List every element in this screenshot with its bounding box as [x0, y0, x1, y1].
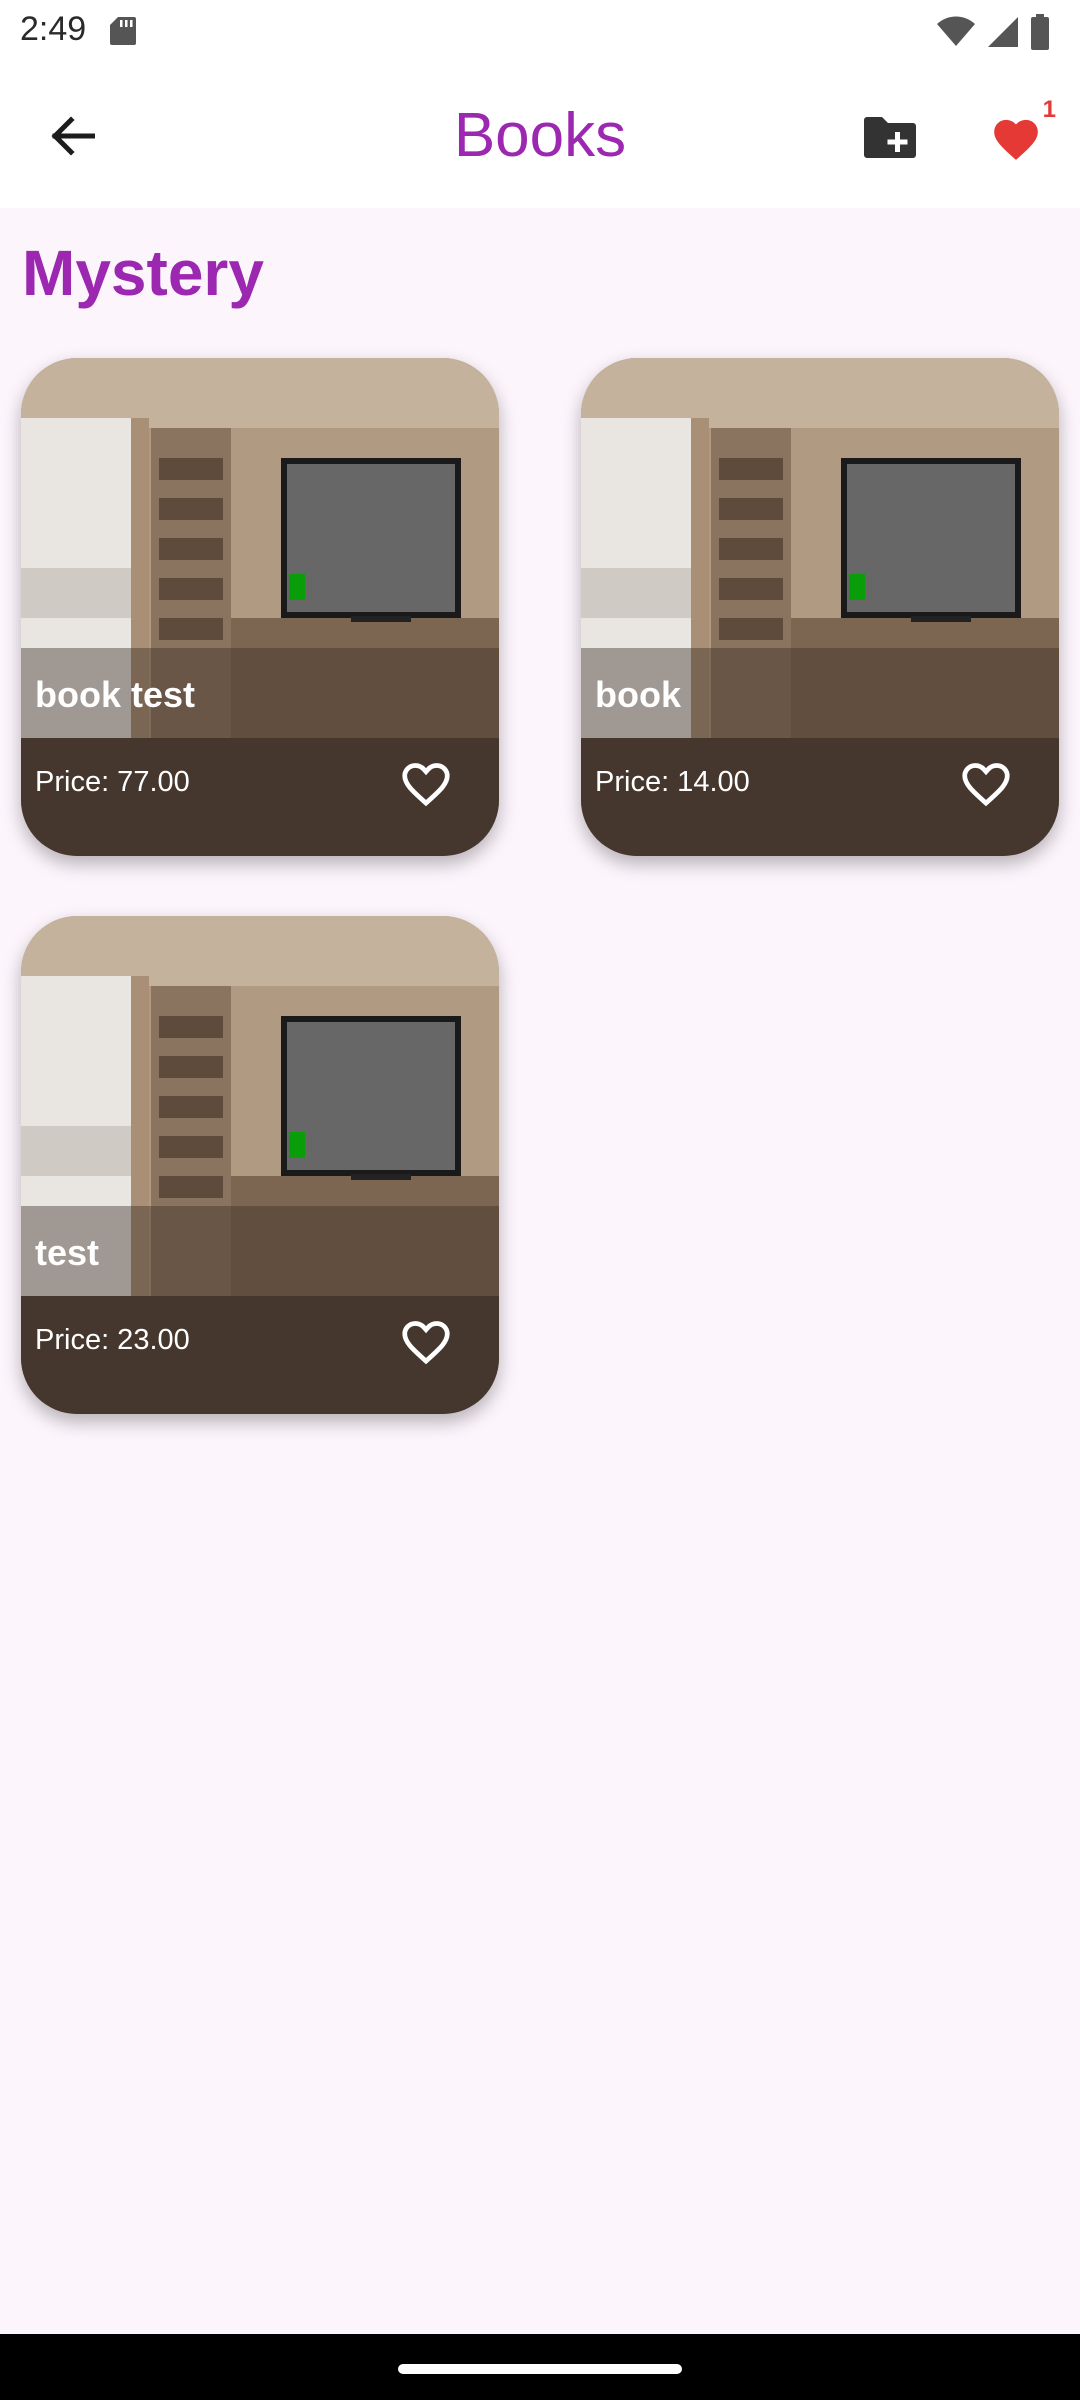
home-gesture-handle[interactable]: [398, 2364, 682, 2374]
system-navigation-bar: [0, 2334, 1080, 2400]
favorite-button[interactable]: [395, 1312, 457, 1370]
create-new-folder-icon: [864, 117, 916, 158]
status-time: 2:49: [20, 10, 87, 48]
favorite-button[interactable]: [395, 754, 457, 812]
book-title: book test: [35, 674, 196, 715]
sd-card-icon: [110, 17, 136, 45]
books-screen: 2:49 Books 1 Mystery book test Price: 77…: [0, 0, 1080, 2400]
heart-outline-icon: [402, 1321, 450, 1365]
book-card[interactable]: book test Price: 77.00: [21, 358, 499, 856]
battery-icon: [1031, 14, 1049, 50]
status-bar: 2:49: [0, 0, 1080, 64]
favorites-button[interactable]: 1: [976, 96, 1056, 176]
app-bar: Books 1: [0, 64, 1080, 208]
arrow-left-icon: [51, 116, 95, 156]
book-title: book: [595, 674, 681, 715]
wifi-icon: [937, 16, 975, 46]
back-button[interactable]: [36, 100, 108, 172]
heart-outline-icon: [402, 763, 450, 807]
book-card[interactable]: book Price: 14.00: [581, 358, 1059, 856]
book-price: Price: 23.00: [35, 1324, 190, 1356]
add-folder-button[interactable]: [852, 100, 928, 176]
status-icons: [936, 12, 1050, 52]
signal-icon: [988, 17, 1018, 47]
book-title: test: [35, 1232, 100, 1273]
book-price: Price: 14.00: [595, 766, 750, 798]
book-card[interactable]: test Price: 23.00: [21, 916, 499, 1414]
heart-icon: [994, 119, 1038, 160]
favorite-button[interactable]: [955, 754, 1017, 812]
category-title: Mystery: [22, 237, 264, 309]
heart-outline-icon: [962, 763, 1010, 807]
favorites-count-badge: 1: [1042, 96, 1056, 123]
book-price: Price: 77.00: [35, 766, 190, 798]
